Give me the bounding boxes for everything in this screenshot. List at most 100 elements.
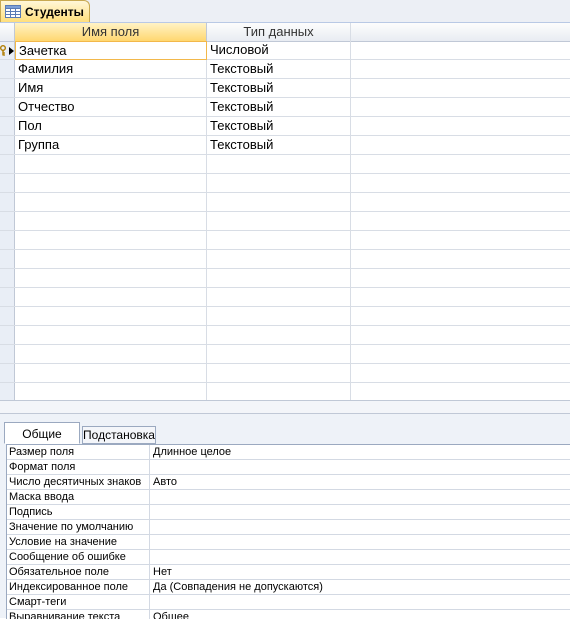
- property-value[interactable]: Авто: [150, 475, 570, 490]
- row-selector[interactable]: [0, 79, 14, 98]
- field-row[interactable]: Имя Текстовый: [0, 79, 570, 98]
- row-selector[interactable]: [0, 136, 14, 155]
- property-value[interactable]: Длинное целое: [150, 445, 570, 460]
- data-type-cell[interactable]: [207, 364, 351, 383]
- field-name-cell[interactable]: Пол: [15, 117, 207, 136]
- field-name-cell[interactable]: Зачетка: [15, 41, 207, 60]
- property-row[interactable]: Маска ввода: [7, 490, 570, 505]
- table-design-grid[interactable]: Имя поля Тип данных Зачетка Числовой Фамил…: [0, 23, 570, 402]
- field-row[interactable]: Отчество Текстовый: [0, 98, 570, 117]
- property-value[interactable]: [150, 505, 570, 520]
- row-selector[interactable]: [0, 250, 14, 269]
- data-type-cell[interactable]: [207, 212, 351, 231]
- document-tab-students[interactable]: Студенты: [0, 0, 90, 22]
- empty-field-row[interactable]: [0, 288, 570, 307]
- data-type-cell[interactable]: [207, 288, 351, 307]
- field-name-cell[interactable]: [15, 269, 207, 288]
- property-row[interactable]: Подпись: [7, 505, 570, 520]
- field-name-cell[interactable]: [15, 364, 207, 383]
- property-value[interactable]: Нет: [150, 565, 570, 580]
- data-type-cell[interactable]: Текстовый: [207, 98, 351, 117]
- row-selector[interactable]: [0, 345, 14, 364]
- property-value[interactable]: Да (Совпадения не допускаются): [150, 580, 570, 595]
- property-row[interactable]: Число десятичных знаков Авто: [7, 475, 570, 490]
- empty-field-row[interactable]: [0, 212, 570, 231]
- property-row[interactable]: Формат поля: [7, 460, 570, 475]
- select-all-corner[interactable]: [0, 23, 15, 41]
- empty-field-row[interactable]: [0, 364, 570, 383]
- property-value[interactable]: [150, 520, 570, 535]
- property-row[interactable]: Индексированное поле Да (Совпадения не до…: [7, 580, 570, 595]
- row-selector[interactable]: [0, 98, 14, 117]
- field-name-cell[interactable]: Фамилия: [15, 60, 207, 79]
- data-type-cell[interactable]: Текстовый: [207, 136, 351, 155]
- data-type-cell[interactable]: [207, 307, 351, 326]
- row-selector[interactable]: [0, 231, 14, 250]
- field-name-cell[interactable]: Отчество: [15, 98, 207, 117]
- property-value[interactable]: [150, 490, 570, 505]
- property-row[interactable]: Условие на значение: [7, 535, 570, 550]
- data-type-cell[interactable]: Текстовый: [207, 60, 351, 79]
- property-value[interactable]: [150, 460, 570, 475]
- data-type-cell[interactable]: [207, 269, 351, 288]
- field-name-cell[interactable]: Имя: [15, 79, 207, 98]
- empty-field-row[interactable]: [0, 326, 570, 345]
- field-name-cell[interactable]: [15, 193, 207, 212]
- empty-field-row[interactable]: [0, 269, 570, 288]
- column-header-field-name[interactable]: Имя поля: [15, 23, 207, 41]
- data-type-cell[interactable]: Текстовый: [207, 117, 351, 136]
- data-type-cell[interactable]: [207, 345, 351, 364]
- field-name-cell[interactable]: [15, 155, 207, 174]
- field-name-cell[interactable]: [15, 345, 207, 364]
- field-name-cell[interactable]: [15, 250, 207, 269]
- row-selector[interactable]: [0, 307, 14, 326]
- column-header-data-type[interactable]: Тип данных: [207, 23, 351, 41]
- field-row[interactable]: Пол Текстовый: [0, 117, 570, 136]
- data-type-cell[interactable]: [207, 231, 351, 250]
- row-selector[interactable]: [0, 60, 14, 79]
- property-value[interactable]: [150, 535, 570, 550]
- row-selector[interactable]: [0, 212, 14, 231]
- row-selector[interactable]: [0, 117, 14, 136]
- row-selector[interactable]: [0, 364, 14, 383]
- pane-splitter[interactable]: [0, 400, 570, 414]
- field-name-cell[interactable]: [15, 231, 207, 250]
- data-type-cell[interactable]: [207, 174, 351, 193]
- row-selector[interactable]: [0, 288, 14, 307]
- property-row[interactable]: Размер поля Длинное целое: [7, 445, 570, 460]
- field-name-cell[interactable]: [15, 288, 207, 307]
- empty-field-row[interactable]: [0, 174, 570, 193]
- data-type-cell[interactable]: [207, 326, 351, 345]
- tab-general[interactable]: Общие: [4, 422, 80, 444]
- field-name-cell[interactable]: [15, 307, 207, 326]
- field-row[interactable]: Группа Текстовый: [0, 136, 570, 155]
- property-row[interactable]: Значение по умолчанию: [7, 520, 570, 535]
- row-selector[interactable]: [0, 269, 14, 288]
- empty-field-row[interactable]: [0, 345, 570, 364]
- row-selector[interactable]: [0, 155, 14, 174]
- data-type-cell[interactable]: Числовой: [207, 41, 351, 60]
- data-type-cell[interactable]: [207, 155, 351, 174]
- field-name-cell[interactable]: [15, 174, 207, 193]
- data-type-cell[interactable]: Текстовый: [207, 79, 351, 98]
- field-name-cell[interactable]: [15, 326, 207, 345]
- property-value[interactable]: [150, 595, 570, 610]
- empty-field-row[interactable]: [0, 250, 570, 269]
- field-row[interactable]: Зачетка Числовой: [0, 41, 570, 60]
- empty-field-row[interactable]: [0, 307, 570, 326]
- row-selector[interactable]: [0, 193, 14, 212]
- data-type-cell[interactable]: [207, 250, 351, 269]
- data-type-cell[interactable]: [207, 193, 351, 212]
- empty-field-row[interactable]: [0, 231, 570, 250]
- field-name-cell[interactable]: [15, 212, 207, 231]
- tab-lookup[interactable]: Подстановка: [82, 426, 156, 444]
- field-row[interactable]: Фамилия Текстовый: [0, 60, 570, 79]
- empty-field-row[interactable]: [0, 193, 570, 212]
- row-selector[interactable]: [0, 326, 14, 345]
- row-selector[interactable]: [0, 174, 14, 193]
- property-value[interactable]: [150, 550, 570, 565]
- property-row[interactable]: Обязательное поле Нет: [7, 565, 570, 580]
- property-row[interactable]: Сообщение об ошибке: [7, 550, 570, 565]
- field-name-cell[interactable]: Группа: [15, 136, 207, 155]
- empty-field-row[interactable]: [0, 155, 570, 174]
